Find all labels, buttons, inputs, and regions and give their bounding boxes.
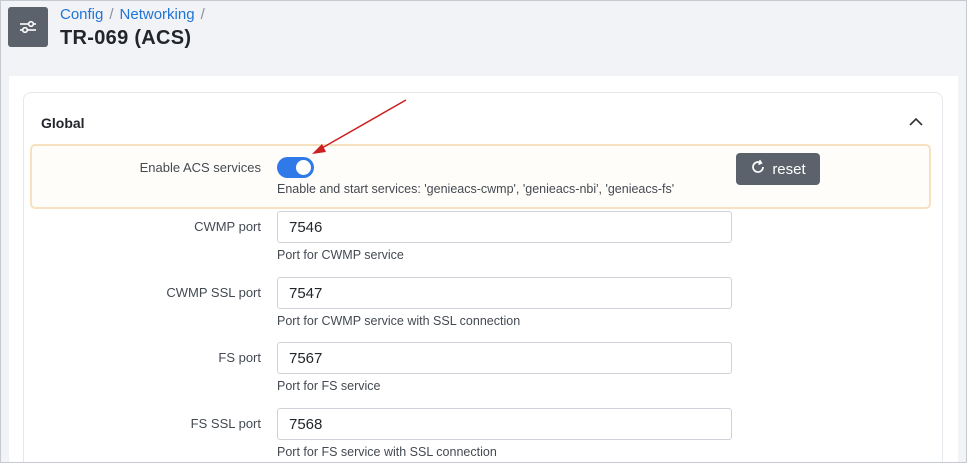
enable-acs-label: Enable ACS services <box>139 160 261 175</box>
cwmp-ssl-port-input[interactable] <box>277 277 732 309</box>
toggle-knob <box>296 160 311 175</box>
breadcrumb-config[interactable]: Config <box>60 6 103 23</box>
cwmp-ssl-port-help: Port for CWMP service with SSL connectio… <box>277 314 521 328</box>
fs-port-help: Port for FS service <box>277 379 381 393</box>
fs-ssl-port-help: Port for FS service with SSL connection <box>277 445 497 459</box>
page-header: Config / Networking / TR-069 (ACS) <box>0 0 967 66</box>
cwmp-port-input[interactable] <box>277 211 732 243</box>
breadcrumb: Config / Networking / <box>60 6 205 23</box>
cwmp-ssl-port-label: CWMP SSL port <box>166 285 261 300</box>
cwmp-port-label: CWMP port <box>194 219 261 234</box>
fs-ssl-port-label: FS SSL port <box>190 416 261 431</box>
breadcrumb-separator: / <box>109 6 114 23</box>
fs-ssl-port-input[interactable] <box>277 408 732 440</box>
enable-acs-help: Enable and start services: 'genieacs-cwm… <box>277 182 675 196</box>
breadcrumb-separator: / <box>200 6 205 23</box>
chevron-up-icon[interactable] <box>905 110 927 132</box>
fs-port-label: FS port <box>218 350 261 365</box>
section-title: Global <box>41 115 85 131</box>
enable-acs-toggle[interactable] <box>277 157 314 178</box>
fs-port-input[interactable] <box>277 342 732 374</box>
breadcrumb-networking[interactable]: Networking <box>120 6 195 23</box>
page-title: TR-069 (ACS) <box>60 27 192 49</box>
reset-button-label: reset <box>772 160 806 178</box>
refresh-icon <box>750 159 766 179</box>
reset-button[interactable]: reset <box>736 153 820 185</box>
cwmp-port-help: Port for CWMP service <box>277 248 404 262</box>
sliders-icon <box>8 7 48 47</box>
